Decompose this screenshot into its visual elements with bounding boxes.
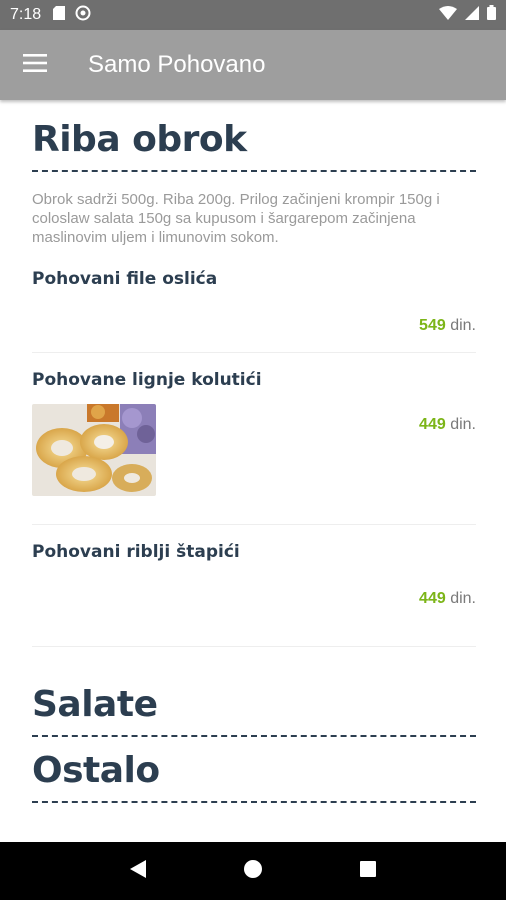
section-salate: Salate <box>0 665 506 737</box>
navigation-bar <box>0 842 506 900</box>
item-price: 449 din. <box>419 416 476 434</box>
section-description: Obrok sadrži 500g. Riba 200g. Prilog zač… <box>32 191 440 246</box>
price-value: 549 <box>419 317 446 334</box>
item-price: 549 din. <box>419 317 476 335</box>
vpn-icon <box>75 5 91 26</box>
section-ostalo: Ostalo <box>0 737 506 803</box>
back-triangle-icon <box>129 859 147 884</box>
price-currency: din. <box>450 317 476 334</box>
wifi-icon <box>439 5 457 25</box>
item-name: Pohovane lignje kolutići <box>32 370 262 390</box>
recents-square-icon <box>359 860 377 883</box>
menu-item[interactable]: Pohovani riblji štapići 449 din. <box>32 525 476 647</box>
status-bar: 7:18 <box>0 0 506 30</box>
item-photo[interactable] <box>32 404 156 496</box>
item-name: Pohovani riblji štapići <box>32 542 240 562</box>
status-time: 7:18 <box>10 6 42 23</box>
item-name: Pohovani file oslića <box>32 269 218 289</box>
menu-button[interactable] <box>0 30 70 100</box>
section-title[interactable]: Salate <box>32 665 476 737</box>
price-currency: din. <box>450 590 476 607</box>
recents-button[interactable] <box>348 851 388 891</box>
price-currency: din. <box>450 416 476 433</box>
home-button[interactable] <box>233 851 273 891</box>
price-value: 449 <box>419 416 446 433</box>
menu-content[interactable]: Riba obrok Obrok sadrži 500g. Riba 200g.… <box>0 100 506 842</box>
price-value: 449 <box>419 590 446 607</box>
app-title: Samo Pohovano <box>88 51 266 78</box>
section-title[interactable]: Ostalo <box>32 737 476 803</box>
signal-icon <box>465 5 479 25</box>
sd-card-icon <box>53 5 66 25</box>
item-price: 449 din. <box>419 590 476 608</box>
home-circle-icon <box>243 859 263 884</box>
battery-icon <box>487 5 496 25</box>
section-title[interactable]: Riba obrok <box>32 100 476 172</box>
menu-item[interactable]: Pohovani file oslića 549 din. <box>32 247 476 353</box>
section-riba-obrok: Riba obrok Obrok sadrži 500g. Riba 200g.… <box>0 100 506 647</box>
menu-item[interactable]: Pohovane lignje kolutići 449 din. <box>32 353 476 525</box>
app-bar: Samo Pohovano <box>0 30 506 100</box>
hamburger-menu-icon <box>23 53 47 77</box>
back-button[interactable] <box>118 851 158 891</box>
